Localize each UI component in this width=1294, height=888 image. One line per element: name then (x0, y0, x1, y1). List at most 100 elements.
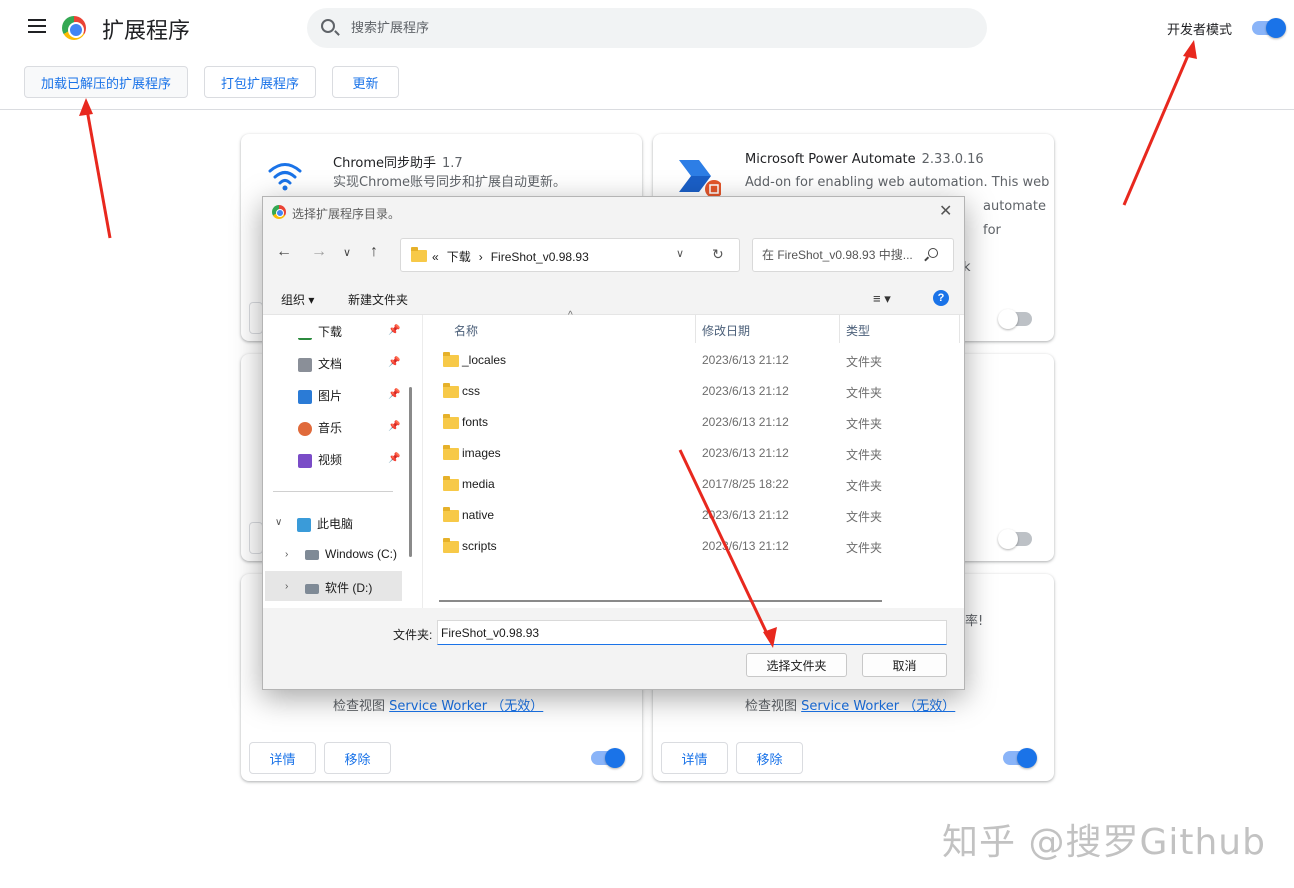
extension-toggle[interactable] (591, 748, 625, 768)
update-button[interactable]: 更新 (332, 66, 399, 98)
file-date: 2023/6/13 21:12 (702, 446, 789, 460)
file-type: 文件夹 (846, 417, 883, 431)
file-row-locales[interactable]: _locales 2023/6/13 21:12 文件夹 (423, 345, 965, 376)
file-date: 2023/6/13 21:12 (702, 508, 789, 522)
details-button[interactable] (249, 302, 263, 334)
nav-item-downloads[interactable]: 下载 (298, 323, 342, 340)
sort-ascending-icon: ^ (568, 310, 573, 321)
dev-mode-toggle[interactable] (1252, 18, 1286, 38)
view-options-icon[interactable]: ≡ ▾ (873, 291, 891, 307)
breadcrumb-item-fireshot[interactable]: FireShot_v0.98.93 (491, 250, 589, 264)
search-icon (321, 19, 335, 33)
nav-item-documents[interactable]: 文档 (298, 355, 342, 372)
dialog-search-input[interactable] (762, 248, 922, 262)
new-folder-button[interactable]: 新建文件夹 (348, 291, 408, 308)
extension-description: Add-on for enabling web automation. This… (745, 175, 1050, 190)
help-icon[interactable]: ? (933, 290, 949, 306)
nav-scrollbar[interactable] (409, 387, 412, 557)
search-icon (928, 248, 938, 258)
picture-icon (298, 389, 312, 404)
extension-name: Chrome同步助手 1.7 (333, 156, 463, 171)
search-box[interactable] (307, 8, 987, 48)
select-folder-button[interactable]: 选择文件夹 (746, 653, 847, 677)
file-row-native[interactable]: native 2023/6/13 21:12 文件夹 (423, 500, 965, 531)
up-arrow-icon[interactable]: ↑ (370, 243, 378, 261)
file-row-images[interactable]: images 2023/6/13 21:12 文件夹 (423, 438, 965, 469)
column-separator (695, 315, 696, 343)
column-separator (839, 315, 840, 343)
folder-name-input[interactable] (437, 620, 947, 645)
pin-icon: 📌 (388, 357, 401, 368)
header-divider (0, 109, 1294, 110)
horizontal-scrollbar[interactable] (439, 600, 882, 602)
address-dropdown-icon[interactable]: ∨ (676, 247, 684, 260)
chevron-down-icon[interactable]: ∨ (275, 517, 282, 528)
back-arrow-icon[interactable]: ← (276, 243, 292, 261)
service-worker-link[interactable]: Service Worker （无效） (389, 699, 543, 714)
file-row-media[interactable]: media 2017/8/25 18:22 文件夹 (423, 469, 965, 500)
file-row-fonts[interactable]: fonts 2023/6/13 21:12 文件夹 (423, 407, 965, 438)
nav-item-drive-d[interactable]: 软件 (D:) (305, 579, 372, 596)
extension-toggle[interactable] (998, 529, 1032, 549)
pin-icon: 📌 (388, 453, 401, 464)
nav-item-drive-c[interactable]: Windows (C:) (305, 547, 397, 561)
dialog-footer: 文件夹: 选择文件夹 取消 (263, 608, 964, 689)
search-input[interactable] (351, 18, 951, 38)
address-bar[interactable]: «下载 › FireShot_v0.98.93 ∨ ↻ (400, 238, 740, 272)
nav-item-videos[interactable]: 视频 (298, 451, 342, 468)
folder-picker-dialog: 选择扩展程序目录。 ✕ ← → ∨ ↑ «下载 › FireShot_v0.98.9… (262, 196, 965, 690)
extension-description: 实现Chrome账号同步和扩展自动更新。 (333, 175, 566, 190)
extension-toggle[interactable] (1003, 748, 1037, 768)
drive-icon (305, 583, 319, 594)
breadcrumb: «下载 › FireShot_v0.98.93 (432, 250, 589, 264)
recent-dropdown-icon[interactable]: ∨ (343, 246, 351, 259)
file-name: native (462, 508, 495, 522)
organize-menu[interactable]: 组织 ▾ (281, 291, 314, 308)
nav-item-music[interactable]: 音乐 (298, 419, 342, 436)
folder-icon (443, 538, 459, 553)
load-unpacked-button[interactable]: 加载已解压的扩展程序 (24, 66, 188, 98)
column-header-type[interactable]: 类型 (846, 322, 870, 339)
file-name: images (462, 446, 501, 460)
column-header-date[interactable]: 修改日期 (702, 322, 750, 339)
cancel-button[interactable]: 取消 (862, 653, 947, 677)
nav-item-this-pc[interactable]: 此电脑 (297, 515, 353, 532)
menu-icon[interactable] (28, 19, 46, 35)
file-name: scripts (462, 539, 497, 553)
file-row-css[interactable]: css 2023/6/13 21:12 文件夹 (423, 376, 965, 407)
file-date: 2023/6/13 21:12 (702, 415, 789, 429)
nav-item-pictures[interactable]: 图片 (298, 387, 342, 404)
pack-extension-button[interactable]: 打包扩展程序 (204, 66, 316, 98)
chevron-right-icon[interactable]: › (285, 581, 288, 592)
dialog-search-box[interactable] (752, 238, 954, 272)
folder-icon (411, 247, 427, 262)
pin-icon: 📌 (388, 325, 401, 336)
close-icon[interactable]: ✕ (939, 201, 952, 221)
extension-description-tail: 率! (965, 614, 984, 629)
forward-arrow-icon[interactable]: → (311, 243, 327, 261)
file-type: 文件夹 (846, 479, 883, 493)
chevron-right-icon[interactable]: › (285, 549, 288, 560)
nav-divider (273, 491, 393, 492)
inspect-views: 检查视图 Service Worker （无效） (745, 699, 956, 714)
service-worker-link[interactable]: Service Worker （无效） (801, 699, 955, 714)
dialog-titlebar: 选择扩展程序目录。 ✕ (263, 197, 964, 227)
breadcrumb-item-downloads[interactable]: 下载 (447, 250, 471, 264)
column-header-name[interactable]: 名称 (454, 322, 478, 339)
folder-icon (443, 445, 459, 460)
file-date: 2023/6/13 21:12 (702, 384, 789, 398)
details-button[interactable]: 详情 (661, 742, 728, 774)
extension-toggle[interactable] (998, 309, 1032, 329)
details-button[interactable]: 详情 (249, 742, 316, 774)
details-button[interactable] (249, 522, 263, 554)
file-name: _locales (462, 353, 507, 367)
remove-button[interactable]: 移除 (324, 742, 391, 774)
arrow-dev-mode (1122, 45, 1194, 206)
remove-button[interactable]: 移除 (736, 742, 803, 774)
refresh-icon[interactable]: ↻ (712, 246, 724, 263)
chrome-logo-icon (62, 16, 86, 40)
column-separator (959, 315, 960, 343)
file-row-scripts[interactable]: scripts 2023/6/13 21:12 文件夹 (423, 531, 965, 562)
file-type: 文件夹 (846, 355, 883, 369)
download-icon (298, 326, 312, 340)
